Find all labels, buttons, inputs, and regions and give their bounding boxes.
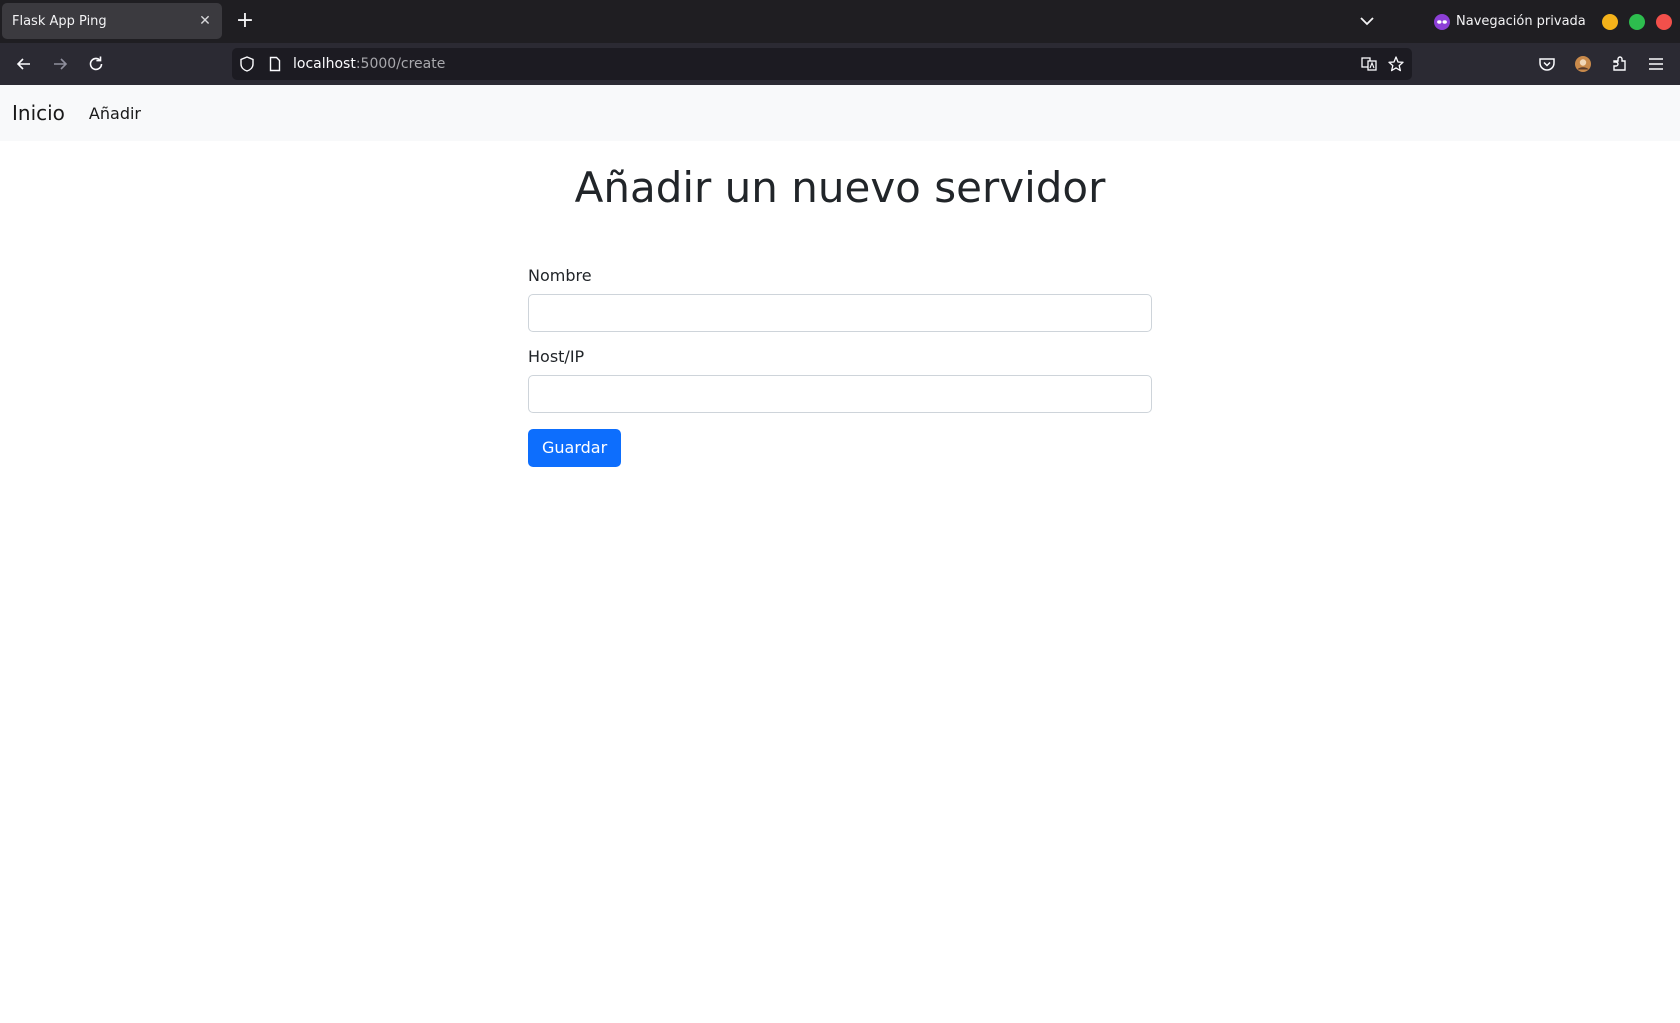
extensions-puzzle-icon[interactable] [1610,54,1630,74]
browser-tab-bar: Flask App Ping ✕ + Navegación privada [0,0,1680,43]
browser-tab[interactable]: Flask App Ping ✕ [2,3,222,39]
list-tabs-chevron-down-icon[interactable] [1358,12,1376,30]
private-mask-icon [1434,13,1450,30]
url-bar[interactable]: localhost:5000/create [232,48,1412,80]
account-avatar-icon[interactable] [1573,54,1593,74]
back-arrow-icon[interactable] [14,54,34,74]
tab-close-icon[interactable]: ✕ [198,13,212,29]
host-label: Host/IP [528,347,585,366]
bookmark-star-icon[interactable] [1387,55,1405,73]
window-maximize-button[interactable] [1629,14,1645,30]
private-browsing-indicator: Navegación privada [1434,0,1586,43]
name-input[interactable] [528,294,1152,332]
tracking-protection-shield-icon[interactable] [238,55,256,73]
name-label: Nombre [528,266,592,285]
window-minimize-button[interactable] [1602,14,1618,30]
url-host: localhost [293,56,356,72]
url-path: :5000/create [355,56,446,72]
page-info-document-icon[interactable] [266,55,284,73]
create-server-form: Nombre Host/IP Guardar [528,266,1152,467]
navbar-brand-home-link[interactable]: Inicio [12,101,65,125]
translate-icon[interactable] [1360,55,1378,73]
save-button[interactable]: Guardar [528,429,622,467]
site-navbar: Inicio Añadir [0,85,1680,141]
reload-icon[interactable] [86,54,106,74]
nav-link-add[interactable]: Añadir [89,104,141,123]
browser-toolbar: localhost:5000/create [0,43,1680,85]
new-tab-button[interactable]: + [234,10,256,32]
pocket-icon[interactable] [1537,54,1557,74]
tab-title: Flask App Ping [12,13,107,29]
page-title: Añadir un nuevo servidor [574,163,1106,212]
forward-arrow-icon[interactable] [50,54,70,74]
name-field-group: Nombre [528,266,1152,332]
host-field-group: Host/IP [528,347,1152,413]
url-text[interactable]: localhost:5000/create [293,56,445,72]
create-server-form-container: Añadir un nuevo servidor Nombre Host/IP … [528,141,1152,467]
window-close-button[interactable] [1656,14,1672,30]
private-browsing-label: Navegación privada [1456,14,1586,29]
host-input[interactable] [528,375,1152,413]
app-menu-hamburger-icon[interactable] [1646,54,1666,74]
